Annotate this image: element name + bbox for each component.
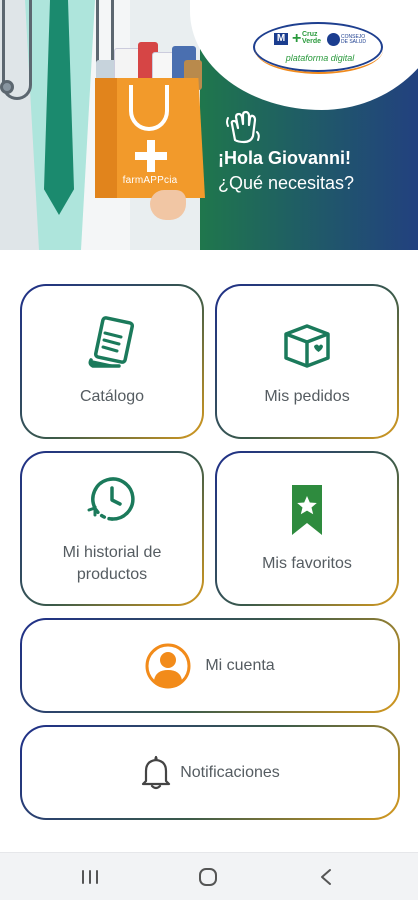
hand-illustration bbox=[150, 190, 186, 220]
waving-hand-icon bbox=[226, 110, 260, 144]
stethoscope-chest-piece bbox=[0, 80, 14, 94]
user-avatar-icon bbox=[145, 643, 191, 688]
mis-favoritos-button[interactable]: Mis favoritos bbox=[215, 451, 399, 606]
mi-cuenta-button[interactable]: Mi cuenta bbox=[20, 618, 400, 713]
catalogo-button[interactable]: Catálogo bbox=[20, 284, 204, 439]
bag-brand-label: farmAPPcia bbox=[122, 175, 178, 186]
bell-icon bbox=[142, 755, 171, 789]
logo-plus-mark: + bbox=[292, 30, 302, 47]
logo-circle-text: CONSEJO DE SALUD bbox=[341, 34, 367, 45]
notificaciones-button[interactable]: Notificaciones bbox=[20, 725, 400, 820]
question-text: ¿Qué necesitas? bbox=[218, 173, 355, 193]
logo-m-mark: M bbox=[274, 33, 288, 45]
mis-pedidos-button[interactable]: Mis pedidos bbox=[215, 284, 399, 439]
bag-plus-icon-vertical bbox=[147, 140, 155, 172]
logo-cruz-verde: Cruz Verde bbox=[302, 31, 322, 45]
bag-handle bbox=[129, 85, 169, 131]
bookmark-star-icon bbox=[292, 484, 322, 535]
mis-pedidos-label: Mis pedidos bbox=[264, 387, 350, 405]
catalogo-label: Catálogo bbox=[79, 387, 145, 405]
back-chevron-icon bbox=[321, 869, 331, 885]
mi-historial-label: Mi historial de productos bbox=[62, 543, 162, 583]
notificaciones-label: Notificaciones bbox=[180, 763, 280, 781]
logo-tagline: plataforma digital bbox=[285, 53, 355, 63]
mi-historial-button[interactable]: Mi historial de productos bbox=[20, 451, 204, 606]
recents-icon bbox=[82, 870, 98, 884]
back-button[interactable] bbox=[296, 853, 356, 900]
package-box-icon bbox=[284, 323, 330, 368]
home-button[interactable] bbox=[178, 853, 238, 900]
greeting-text: ¡Hola Giovanni! bbox=[218, 148, 352, 168]
home-icon bbox=[199, 868, 217, 886]
recents-button[interactable] bbox=[60, 853, 120, 900]
mi-cuenta-label: Mi cuenta bbox=[205, 656, 275, 674]
mis-favoritos-label: Mis favoritos bbox=[262, 554, 352, 572]
clock-history-icon bbox=[87, 476, 135, 521]
system-navigation-bar bbox=[0, 852, 418, 900]
logo-circle-mark bbox=[327, 33, 340, 46]
hero-banner: farmAPPcia M + Cruz Verde CONSEJO DE SALUD… bbox=[0, 0, 418, 250]
document-list-icon bbox=[88, 315, 135, 368]
